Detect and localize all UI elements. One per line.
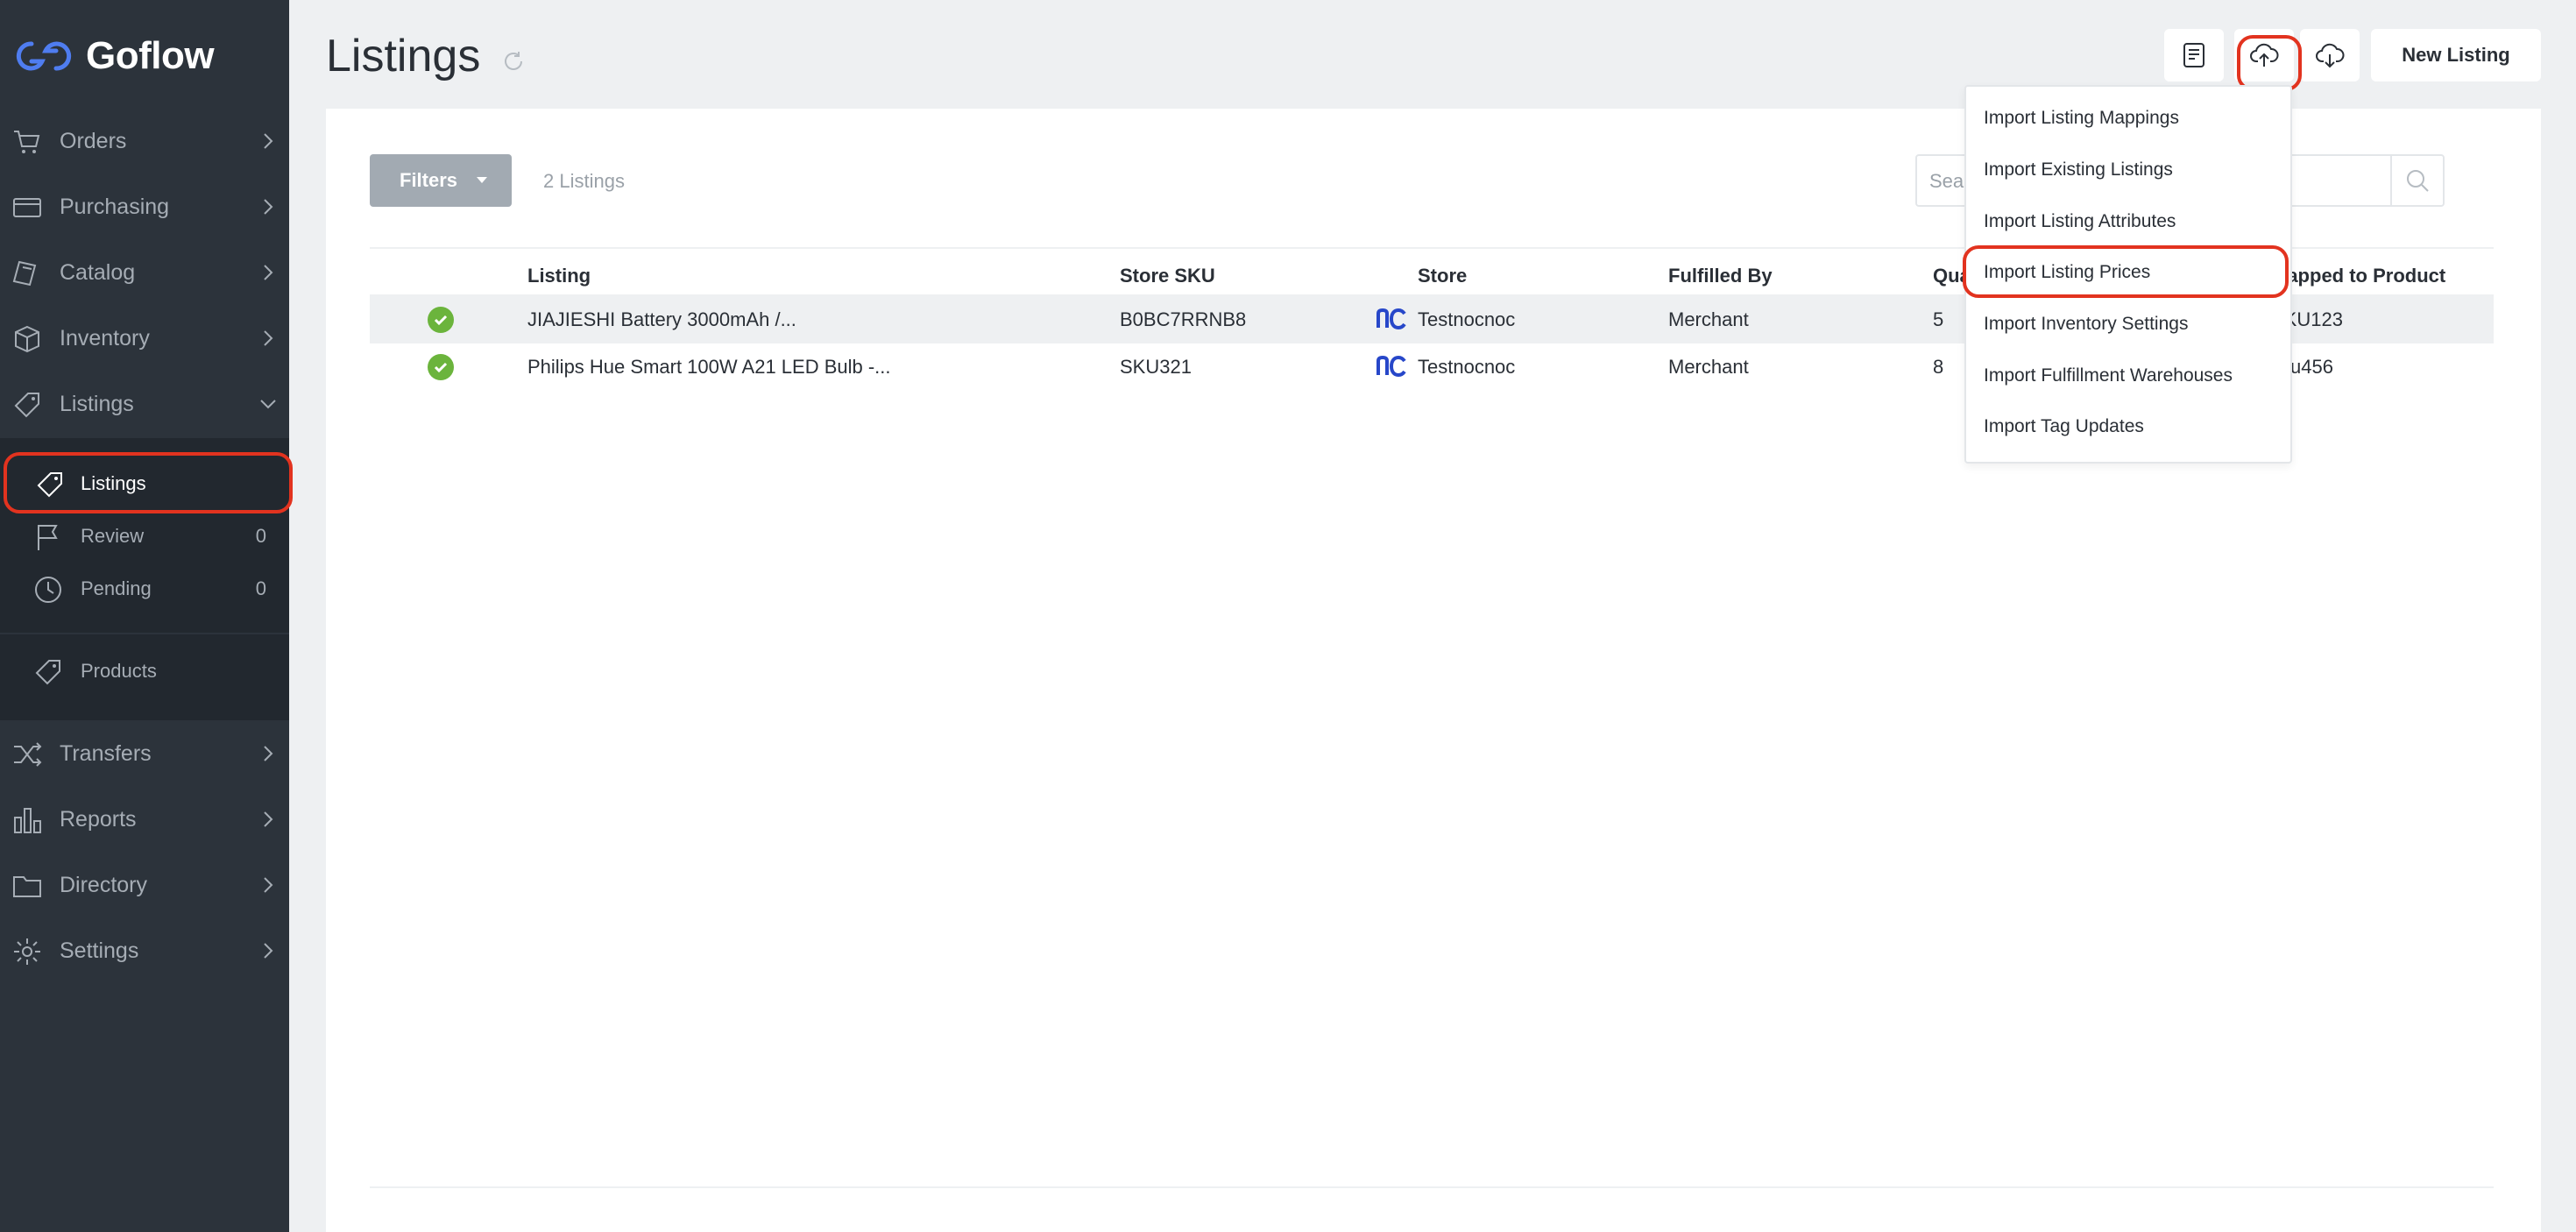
- submenu-item-label: Pending: [81, 577, 152, 599]
- sidebar-item-label: Inventory: [60, 325, 150, 350]
- new-listing-button[interactable]: New Listing: [2371, 29, 2541, 81]
- tag-icon: [35, 660, 60, 685]
- sidebar-item-label: Catalog: [60, 259, 136, 285]
- table-bottom-divider: [370, 1186, 2494, 1188]
- chevron-right-icon: [264, 133, 273, 149]
- sidebar-item-label: Reports: [60, 806, 137, 832]
- tag-icon: [14, 393, 39, 418]
- chevron-right-icon: [264, 330, 273, 346]
- review-count: 0: [255, 525, 266, 547]
- store-sku: B0BC7RRNB8: [1120, 308, 1247, 330]
- cart-icon: [14, 131, 40, 153]
- search-button[interactable]: [2390, 156, 2443, 205]
- menu-item-import-existing-listings[interactable]: Import Existing Listings: [1984, 159, 2173, 181]
- filters-label: Filters: [400, 169, 458, 191]
- menu-item-import-listing-mappings[interactable]: Import Listing Mappings: [1984, 108, 2179, 129]
- filters-button[interactable]: Filters: [370, 154, 512, 207]
- listing-title[interactable]: Philips Hue Smart 100W A21 LED Bulb -...: [527, 356, 891, 379]
- status-check-icon: [428, 354, 454, 380]
- chevron-right-icon: [264, 199, 273, 215]
- caret-down-icon: [477, 177, 487, 183]
- search-icon: [2407, 170, 2429, 192]
- sidebar-item-label: Orders: [60, 128, 127, 153]
- column-header-listing[interactable]: Listing: [527, 265, 591, 287]
- submenu-item-review[interactable]: Review 0: [0, 512, 289, 561]
- box-icon: [15, 325, 39, 353]
- sidebar-item-orders[interactable]: Orders: [0, 115, 289, 167]
- status-check-icon: [428, 307, 454, 333]
- menu-item-import-tag-updates[interactable]: Import Tag Updates: [1984, 416, 2144, 437]
- page-title: Listings: [326, 31, 481, 81]
- notes-button[interactable]: [2164, 29, 2224, 81]
- sidebar-item-directory[interactable]: Directory: [0, 859, 289, 911]
- sidebar-item-catalog[interactable]: Catalog: [0, 246, 289, 299]
- menu-item-import-fulfillment-warehouses[interactable]: Import Fulfillment Warehouses: [1984, 365, 2233, 386]
- fulfilled-by: Merchant: [1668, 308, 1749, 330]
- store-logo-icon: [1376, 355, 1406, 378]
- sidebar-item-label: Settings: [60, 938, 139, 963]
- sidebar-item-label: Directory: [60, 872, 148, 897]
- cloud-download-icon: [2316, 43, 2345, 68]
- sidebar-item-label: Transfers: [60, 740, 152, 766]
- refresh-icon[interactable]: [501, 49, 526, 74]
- submenu-item-label: Listings: [81, 472, 146, 494]
- store-sku: SKU321: [1120, 356, 1192, 378]
- listings-submenu: Listings Review 0 Pending 0 Products: [0, 438, 289, 720]
- import-dropdown-menu: Import Listing Mappings Import Existing …: [1964, 85, 2292, 464]
- sidebar-item-transfers[interactable]: Transfers: [0, 727, 289, 780]
- sidebar-item-purchasing[interactable]: Purchasing: [0, 181, 289, 233]
- chevron-right-icon: [264, 265, 273, 280]
- store-logo-icon: [1376, 308, 1406, 330]
- sidebar-item-inventory[interactable]: Inventory: [0, 312, 289, 365]
- app-name: Goflow: [86, 34, 215, 77]
- submenu-item-label: Review: [81, 525, 145, 547]
- sidebar-item-listings[interactable]: Listings: [0, 378, 289, 430]
- goflow-logo[interactable]: Goflow: [12, 32, 215, 81]
- clock-icon: [35, 577, 61, 603]
- menu-item-import-listing-attributes[interactable]: Import Listing Attributes: [1984, 211, 2176, 232]
- column-header-store-sku[interactable]: Store SKU: [1120, 265, 1215, 287]
- catalog-icon: [12, 260, 37, 287]
- column-header-fulfilled-by[interactable]: Fulfilled By: [1668, 265, 1773, 287]
- sidebar-item-reports[interactable]: Reports: [0, 793, 289, 846]
- card-icon: [13, 198, 41, 217]
- shuffle-icon: [14, 742, 42, 767]
- bar-chart-icon: [14, 808, 41, 833]
- export-button[interactable]: [2300, 29, 2360, 81]
- submenu-item-listings[interactable]: Listings: [0, 459, 289, 508]
- column-header-store[interactable]: Store: [1418, 265, 1467, 287]
- import-button[interactable]: [2234, 29, 2294, 81]
- chevron-right-icon: [264, 746, 273, 761]
- cloud-upload-icon: [2250, 43, 2279, 67]
- tag-icon: [37, 472, 62, 498]
- chevron-down-icon: [260, 400, 276, 409]
- submenu-item-label: Products: [81, 660, 157, 682]
- sidebar-item-label: Purchasing: [60, 194, 170, 219]
- folder-icon: [13, 876, 41, 897]
- quantity: 8: [1933, 356, 1944, 378]
- store-name: Testnocnoc: [1418, 308, 1516, 330]
- document-icon: [2183, 43, 2204, 67]
- gear-icon: [14, 938, 40, 965]
- chevron-right-icon: [264, 811, 273, 827]
- sidebar-item-label: Listings: [60, 391, 134, 416]
- listing-title[interactable]: JIAJIESHI Battery 3000mAh /...: [527, 308, 796, 331]
- sidebar-item-settings[interactable]: Settings: [0, 924, 289, 977]
- store-name: Testnocnoc: [1418, 356, 1516, 378]
- menu-item-import-listing-prices[interactable]: Import Listing Prices: [1984, 262, 2150, 283]
- submenu-divider: [0, 633, 289, 634]
- fulfilled-by: Merchant: [1668, 356, 1749, 378]
- pending-count: 0: [255, 577, 266, 599]
- flag-icon: [38, 525, 58, 550]
- quantity: 5: [1933, 308, 1944, 330]
- goflow-logo-icon: [16, 41, 72, 71]
- listing-count: 2 Listings: [543, 170, 625, 192]
- submenu-item-products[interactable]: Products: [0, 647, 289, 696]
- submenu-item-pending[interactable]: Pending 0: [0, 564, 289, 613]
- chevron-right-icon: [264, 877, 273, 893]
- chevron-right-icon: [264, 943, 273, 959]
- menu-item-import-inventory-settings[interactable]: Import Inventory Settings: [1984, 314, 2188, 335]
- column-header-mapped-to-product[interactable]: Mapped to Product: [2271, 265, 2445, 287]
- sidebar: Goflow Orders Purchasing Catalog Invento…: [0, 0, 289, 1232]
